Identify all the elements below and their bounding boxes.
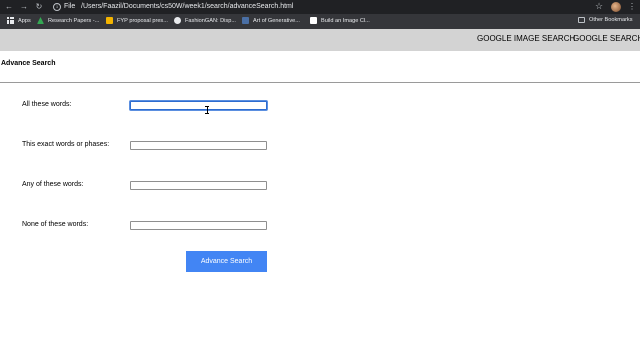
forward-arrow-icon[interactable]: → [19,2,29,12]
page-icon [310,17,317,24]
other-bookmarks-label: Other Bookmarks [589,17,633,23]
site-icon [242,17,249,24]
address-bar[interactable]: /Users/Faazil/Documents/cs50W/week1/sear… [81,3,293,10]
bookmark-label: FashionGAN: Disp... [185,17,236,24]
bookmark-label: Apps [18,17,31,24]
bookmark-label: Build an Image Cl... [321,17,370,24]
reload-icon[interactable]: ↻ [34,2,44,12]
top-nav-bar: GOOGLE IMAGE SEARCH GOOGLE SEARCH [0,29,640,51]
more-menu-icon[interactable]: ⋮ [628,2,636,12]
slides-icon [106,17,113,24]
advance-search-button[interactable]: Advance Search [186,251,267,272]
nav-google-search[interactable]: GOOGLE SEARCH [573,34,640,43]
label-any-words: Any of these words: [22,181,84,188]
label-exact-words: This exact words or phases: [22,141,110,148]
page-title: Advance Search [1,60,56,67]
apps-grid-icon [7,17,14,24]
folder-icon [578,17,585,23]
divider [0,82,640,83]
all-words-input[interactable] [130,101,267,110]
profile-avatar[interactable] [611,2,621,12]
google-drive-icon [37,17,44,24]
back-arrow-icon[interactable]: ← [4,2,14,12]
bookmark-research-papers[interactable]: Research Papers -... [37,17,99,24]
none-words-input[interactable] [130,221,267,230]
label-all-words: All these words: [22,101,72,108]
text-cursor-icon [205,106,209,114]
bookmark-apps[interactable]: Apps [7,17,31,24]
nav-google-image-search[interactable]: GOOGLE IMAGE SEARCH [477,34,575,43]
other-bookmarks[interactable]: Other Bookmarks [578,17,633,23]
bookmarks-bar: Apps Research Papers -... FYP proposal p… [0,14,640,29]
bookmark-label: FYP proposal pres... [117,17,168,24]
bookmark-fashiongan[interactable]: FashionGAN: Disp... [174,17,236,24]
bookmark-star-icon[interactable]: ☆ [595,1,603,12]
file-label: File [64,3,76,10]
label-none-words: None of these words: [22,221,89,228]
bookmark-build-image[interactable]: Build an Image Cl... [310,17,370,24]
bookmark-fyp-proposal[interactable]: FYP proposal pres... [106,17,168,24]
browser-toolbar: ← → ↻ i File /Users/Faazil/Documents/cs5… [0,0,640,14]
any-words-input[interactable] [130,181,267,190]
bookmark-label: Research Papers -... [48,17,100,24]
bookmark-art-generative[interactable]: Art of Generative... [242,17,300,24]
bookmark-label: Art of Generative... [253,17,300,24]
exact-words-input[interactable] [130,141,267,150]
github-icon [174,17,181,24]
info-icon[interactable]: i [53,3,61,11]
